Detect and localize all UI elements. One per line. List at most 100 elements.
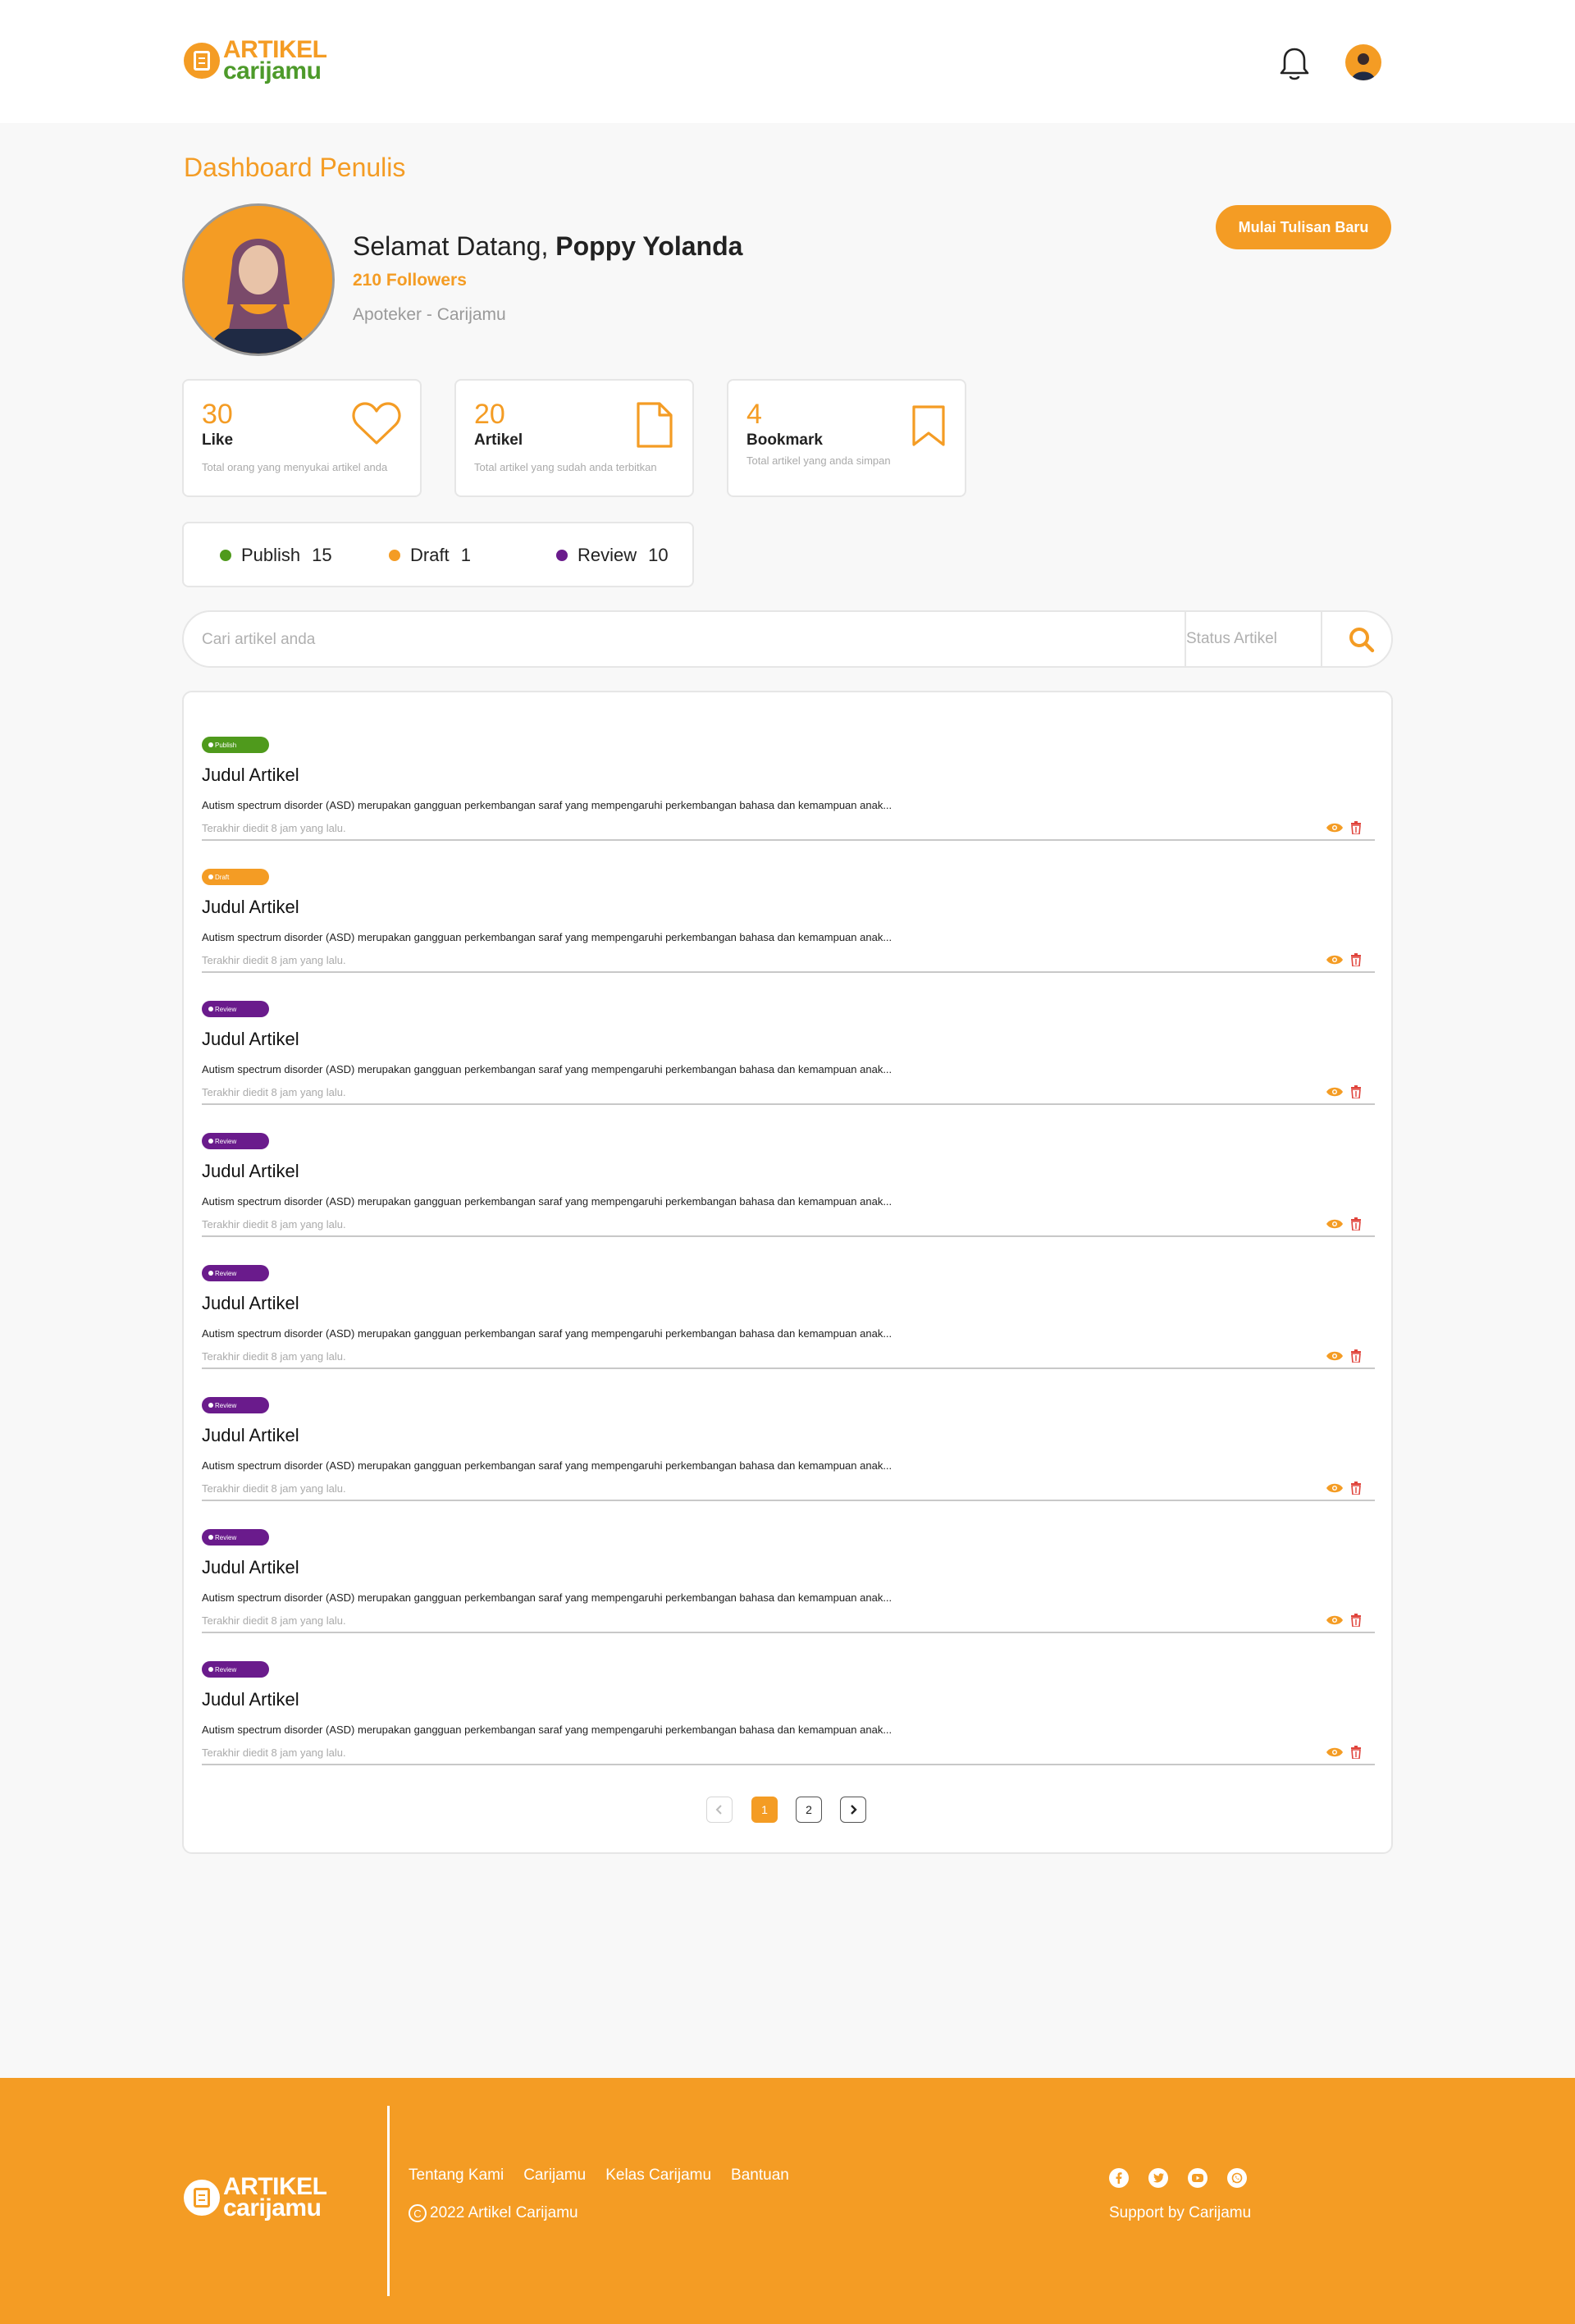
search-input[interactable] [202, 623, 1178, 656]
twitter-icon[interactable] [1148, 2168, 1168, 2188]
avatar[interactable] [1345, 44, 1381, 80]
stat-value: 20 [474, 399, 505, 430]
article-title[interactable]: Judul Artikel [202, 765, 299, 786]
status-badge: Review [202, 1133, 269, 1149]
page-button-1[interactable]: 1 [751, 1797, 778, 1823]
article-edited-time: Terakhir diedit 8 jam yang lalu. [202, 1350, 346, 1363]
stat-value: 4 [746, 399, 762, 430]
status-summary: Publish 15 Draft 1 Review 10 [182, 522, 694, 587]
top-header: ARTIKEL carijamu [0, 0, 1575, 123]
bell-icon[interactable] [1278, 46, 1311, 82]
eye-icon[interactable] [1326, 1086, 1344, 1098]
status-review[interactable]: Review 10 [556, 545, 669, 566]
chevron-right-icon[interactable] [840, 1797, 866, 1823]
bookmark-icon [912, 405, 945, 446]
trash-icon[interactable] [1350, 953, 1362, 966]
article-item[interactable]: Review Judul Artikel Autism spectrum dis… [202, 973, 1375, 1105]
trash-icon[interactable] [1350, 1217, 1362, 1230]
copyright-icon: C [409, 2204, 427, 2222]
whatsapp-icon[interactable] [1227, 2168, 1247, 2188]
eye-icon[interactable] [1326, 1746, 1344, 1758]
status-badge: Publish [202, 737, 269, 753]
article-excerpt: Autism spectrum disorder (ASD) merupakan… [202, 1063, 892, 1075]
article-list: Publish Judul Artikel Autism spectrum di… [182, 691, 1393, 1854]
followers-count[interactable]: 210 Followers [353, 271, 467, 290]
trash-icon[interactable] [1350, 1085, 1362, 1098]
status-publish[interactable]: Publish 15 [220, 545, 332, 566]
article-title[interactable]: Judul Artikel [202, 1029, 299, 1050]
stat-label: Artikel [474, 431, 523, 449]
new-article-button[interactable]: Mulai Tulisan Baru [1216, 205, 1391, 249]
copyright: C 2022 Artikel Carijamu [409, 2204, 578, 2222]
article-item[interactable]: Review Judul Artikel Autism spectrum dis… [202, 1237, 1375, 1369]
stat-value: 30 [202, 399, 233, 430]
eye-icon[interactable] [1326, 1614, 1344, 1626]
footer: ARTIKEL carijamu Tentang Kami Carijamu K… [0, 2078, 1575, 2324]
status-count: 1 [460, 545, 471, 565]
logo-line-2: carijamu [223, 2194, 322, 2221]
article-title[interactable]: Judul Artikel [202, 1293, 299, 1314]
status-label: Draft [410, 545, 450, 565]
status-count: 10 [648, 545, 669, 565]
chevron-left-icon[interactable] [706, 1797, 733, 1823]
trash-icon[interactable] [1350, 1482, 1362, 1495]
site-logo[interactable]: ARTIKEL carijamu [184, 38, 327, 83]
trash-icon[interactable] [1350, 1746, 1362, 1759]
footer-link-bantuan[interactable]: Bantuan [731, 2166, 789, 2185]
stat-description: Total artikel yang anda simpan [746, 454, 891, 467]
divider [1321, 612, 1322, 666]
facebook-icon[interactable] [1109, 2168, 1129, 2188]
status-badge: Review [202, 1001, 269, 1017]
eye-icon[interactable] [1326, 954, 1344, 966]
article-title[interactable]: Judul Artikel [202, 897, 299, 918]
article-title[interactable]: Judul Artikel [202, 1557, 299, 1578]
article-item[interactable]: Publish Judul Artikel Autism spectrum di… [202, 709, 1375, 841]
footer-link-kelas[interactable]: Kelas Carijamu [605, 2166, 711, 2185]
trash-icon[interactable] [1350, 1349, 1362, 1363]
article-title[interactable]: Judul Artikel [202, 1689, 299, 1710]
article-excerpt: Autism spectrum disorder (ASD) merupakan… [202, 1724, 892, 1736]
article-item[interactable]: Review Judul Artikel Autism spectrum dis… [202, 1369, 1375, 1501]
article-title[interactable]: Judul Artikel [202, 1425, 299, 1446]
article-item[interactable]: Review Judul Artikel Autism spectrum dis… [202, 1105, 1375, 1237]
article-edited-time: Terakhir diedit 8 jam yang lalu. [202, 1614, 346, 1627]
status-badge: Review [202, 1397, 269, 1413]
stat-description: Total orang yang menyukai artikel anda [202, 461, 388, 473]
status-dot [389, 550, 400, 561]
footer-link-about[interactable]: Tentang Kami [409, 2166, 504, 2185]
youtube-icon[interactable] [1188, 2168, 1208, 2188]
stat-label: Bookmark [746, 431, 823, 449]
trash-icon[interactable] [1350, 821, 1362, 834]
eye-icon[interactable] [1326, 1218, 1344, 1230]
support-text: Support by Carijamu [1109, 2204, 1252, 2221]
logo-document-icon [184, 42, 220, 79]
article-item[interactable]: Review Judul Artikel Autism spectrum dis… [202, 1633, 1375, 1765]
search-icon[interactable] [1345, 623, 1378, 656]
status-dot [220, 550, 231, 561]
article-edited-time: Terakhir diedit 8 jam yang lalu. [202, 1086, 346, 1098]
eye-icon[interactable] [1326, 1482, 1344, 1494]
user-name: Poppy Yolanda [555, 231, 743, 261]
status-badge: Review [202, 1529, 269, 1546]
document-icon [637, 402, 673, 448]
article-item[interactable]: Review Judul Artikel Autism spectrum dis… [202, 1501, 1375, 1633]
article-item[interactable]: Draft Judul Artikel Autism spectrum diso… [202, 841, 1375, 973]
eye-icon[interactable] [1326, 822, 1344, 833]
profile-photo [182, 203, 335, 356]
stat-description: Total artikel yang sudah anda terbitkan [474, 461, 657, 473]
article-edited-time: Terakhir diedit 8 jam yang lalu. [202, 822, 346, 834]
eye-icon[interactable] [1326, 1350, 1344, 1362]
status-badge: Review [202, 1265, 269, 1281]
status-label: Publish [241, 545, 301, 565]
article-excerpt: Autism spectrum disorder (ASD) merupakan… [202, 1195, 892, 1208]
article-excerpt: Autism spectrum disorder (ASD) merupakan… [202, 1327, 892, 1340]
article-title[interactable]: Judul Artikel [202, 1161, 299, 1182]
page-button-2[interactable]: 2 [796, 1797, 822, 1823]
footer-logo[interactable]: ARTIKEL carijamu [184, 2175, 327, 2221]
logo-document-icon [184, 2179, 220, 2216]
footer-link-carijamu[interactable]: Carijamu [523, 2166, 586, 2185]
trash-icon[interactable] [1350, 1614, 1362, 1627]
status-filter-select[interactable]: Status Artikel [1186, 630, 1277, 648]
status-draft[interactable]: Draft 1 [389, 545, 471, 566]
stat-card-bookmark: 4 Bookmark Total artikel yang anda simpa… [727, 379, 966, 497]
